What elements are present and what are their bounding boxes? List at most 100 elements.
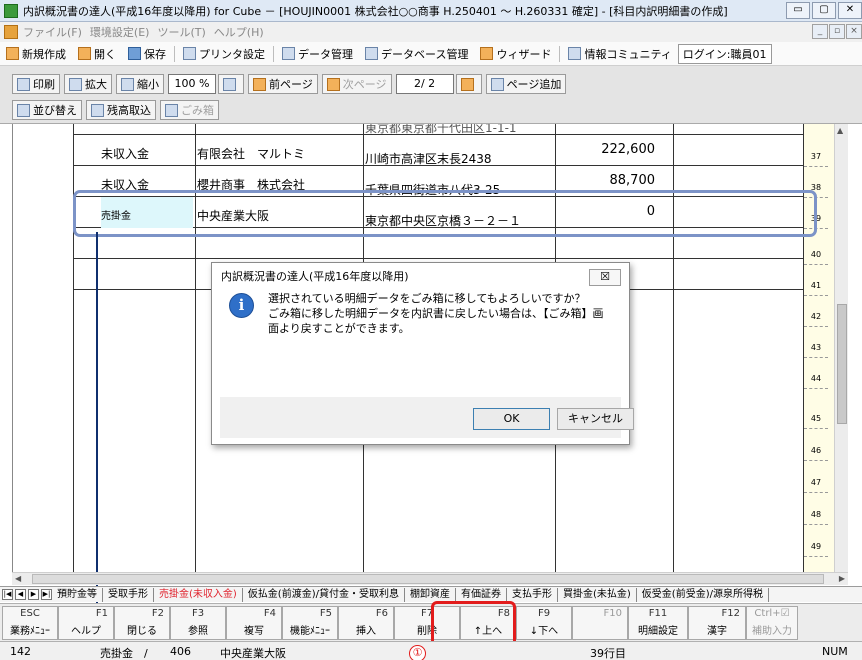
f3-reference-button[interactable]: F3 参照 (170, 606, 226, 640)
fkey-code: F9 (537, 608, 551, 619)
database-management-label: データベース管理 (381, 47, 469, 61)
fkey-code: F10 (603, 608, 622, 619)
trash-button[interactable]: ごみ箱 (160, 100, 219, 120)
tab-deposits[interactable]: 預貯金等 (52, 587, 103, 602)
print-label: 印刷 (33, 78, 55, 91)
table-row[interactable]: 東京都東京都千代田区1-1-1 (73, 124, 803, 135)
wizard-label: ウィザード (496, 47, 552, 61)
page-input[interactable]: 2/ 2 (395, 74, 454, 94)
tab-first-button[interactable]: |◀ (2, 589, 13, 600)
menu-settings[interactable]: 環境設定(E) (90, 24, 150, 40)
zoom-out-button[interactable]: 縮小 (116, 74, 164, 94)
cancel-button[interactable]: キャンセル (557, 408, 634, 430)
open-button[interactable]: 開く (72, 44, 122, 64)
vertical-scroll-thumb[interactable] (837, 304, 847, 424)
mdi-restore-button[interactable]: ▫ (829, 24, 845, 39)
f5-function-menu-button[interactable]: F5 機能ﾒﾆｭｰ (282, 606, 338, 640)
address-cell[interactable]: 川崎市高津区末長2438 (365, 135, 553, 166)
amount-cell[interactable]: 222,600 (557, 135, 663, 166)
fkey-label: 複写 (244, 626, 264, 637)
dialog-close-button[interactable]: ☒ (589, 269, 621, 286)
tab-prev-button[interactable]: ◀ (15, 589, 26, 600)
f4-copy-button[interactable]: F4 複写 (226, 606, 282, 640)
minimize-button[interactable]: ▭ (786, 2, 810, 19)
printer-icon (17, 77, 30, 91)
data-management-button[interactable]: データ管理 (276, 44, 359, 64)
next-page-button[interactable]: 次ページ (321, 74, 392, 94)
f9-move-down-button[interactable]: F9 ↓下へ (516, 606, 572, 640)
balance-import-label: 残高取込 (107, 104, 151, 117)
info-community-button[interactable]: 情報コミュニティ (562, 44, 677, 64)
tab-suspense-received[interactable]: 仮受金(前受金)/源泉所得税 (637, 587, 769, 602)
fkey-label: ヘルプ (71, 626, 101, 637)
f11-detail-settings-button[interactable]: F11 明細設定 (628, 606, 688, 640)
wizard-button[interactable]: ウィザード (474, 44, 557, 64)
next-page-icon (326, 77, 340, 91)
row-number: 41 (810, 281, 822, 290)
wizard-icon (480, 47, 494, 60)
zoom-input[interactable]: 100 % (168, 74, 216, 94)
mdi-close-button[interactable]: × (846, 24, 862, 39)
prev-page-button[interactable]: 前ページ (248, 74, 318, 94)
tab-notes-payable[interactable]: 支払手形 (507, 587, 558, 602)
ok-button[interactable]: OK (473, 408, 550, 430)
menu-help[interactable]: ヘルプ(H) (214, 24, 264, 40)
status-customer-name: 中央産業大阪 (220, 647, 286, 660)
mdi-minimize-button[interactable]: _ (812, 24, 828, 39)
close-window-button[interactable]: ✕ (838, 2, 862, 19)
dialog-message-line: ごみ箱に移した明細データを内訳書に戻したい場合は、【ごみ箱】画 (268, 307, 604, 320)
print-button[interactable]: 印刷 (12, 74, 60, 94)
customer-name-cell[interactable]: 有限会社 マルトミ (197, 135, 363, 166)
balance-import-button[interactable]: 残高取込 (86, 100, 156, 120)
page-jump-button[interactable] (455, 74, 482, 94)
import-icon (91, 103, 104, 117)
add-page-button[interactable]: ページ追加 (485, 74, 567, 94)
database-management-button[interactable]: データベース管理 (359, 44, 474, 64)
tab-inventory[interactable]: 棚卸資産 (405, 587, 456, 602)
row-divider (804, 492, 828, 493)
zoom-out-label: 縮小 (137, 78, 159, 91)
f12-kanji-button[interactable]: F12 漢字 (688, 606, 746, 640)
tab-accounts-payable[interactable]: 買掛金(未払金) (558, 587, 637, 602)
scroll-right-arrow[interactable]: ▶ (839, 574, 845, 583)
tab-securities[interactable]: 有価証券 (456, 587, 507, 602)
table-row[interactable]: 未収入金 有限会社 マルトミ 川崎市高津区末長2438 222,600 (73, 135, 803, 166)
esc-key-button[interactable]: ESC 業務ﾒﾆｭｰ (2, 606, 58, 640)
scroll-left-arrow[interactable]: ◀ (15, 574, 21, 583)
horizontal-scroll-thumb[interactable] (32, 574, 824, 584)
zoom-apply-button[interactable] (218, 74, 244, 94)
zoom-out-icon (121, 77, 134, 91)
tab-next-button[interactable]: ▶ (28, 589, 39, 600)
printer-settings-button[interactable]: プリンタ設定 (177, 44, 271, 64)
folder-icon (78, 47, 91, 60)
f10-button[interactable]: F10 (572, 606, 628, 640)
row-divider (804, 460, 828, 461)
new-file-icon (6, 47, 19, 60)
ctrl-assist-input-button[interactable]: Ctrl+☑ 補助入力 (746, 606, 798, 640)
fkey-label: 挿入 (356, 626, 376, 637)
f6-insert-button[interactable]: F6 挿入 (338, 606, 394, 640)
menu-tools[interactable]: ツール(T) (157, 24, 205, 40)
horizontal-scrollbar[interactable]: ◀ ▶ (12, 572, 848, 585)
scroll-up-arrow[interactable]: ▲ (837, 126, 843, 135)
zoom-in-button[interactable]: 拡大 (64, 74, 112, 94)
save-button[interactable]: 保存 (122, 44, 172, 64)
new-button[interactable]: 新規作成 (0, 44, 72, 64)
maximize-button[interactable]: ▢ (812, 2, 836, 19)
account-cell[interactable]: 未収入金 (101, 135, 193, 166)
tab-notes-receivable[interactable]: 受取手形 (103, 587, 154, 602)
sort-icon (17, 103, 30, 117)
sort-button[interactable]: 並び替え (12, 100, 82, 120)
row-number: 42 (810, 312, 822, 321)
menu-file[interactable]: ファイル(F) (23, 24, 82, 40)
vertical-scrollbar[interactable]: ▲ (834, 124, 848, 572)
prev-page-label: 前ページ (269, 78, 313, 91)
f1-help-button[interactable]: F1 ヘルプ (58, 606, 114, 640)
sheet-tabs: |◀ ◀ ▶ ▶| 預貯金等 受取手形 売掛金(未収入金) 仮払金(前渡金)/貸… (0, 586, 862, 602)
tab-last-button[interactable]: ▶| (41, 589, 52, 600)
address-cell[interactable]: 東京都東京都千代田区1-1-1 (365, 124, 553, 135)
fkey-code: F1 (95, 608, 108, 619)
tab-advances[interactable]: 仮払金(前渡金)/貸付金・受取利息 (243, 587, 405, 602)
f2-close-button[interactable]: F2 閉じる (114, 606, 170, 640)
tab-accounts-receivable[interactable]: 売掛金(未収入金) (154, 587, 243, 602)
